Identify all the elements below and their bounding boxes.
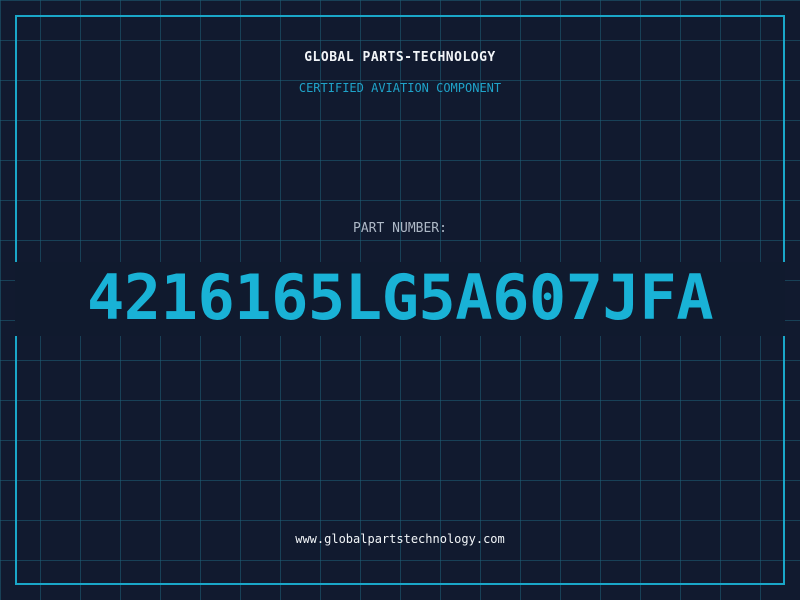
- part-label-card: GLOBAL PARTS-TECHNOLOGY CERTIFIED AVIATI…: [0, 0, 800, 600]
- website-url: www.globalpartstechnology.com: [295, 532, 505, 546]
- part-number-value: 4216165LG5A607JFA: [86, 261, 714, 334]
- company-name: GLOBAL PARTS-TECHNOLOGY: [304, 50, 496, 65]
- certification-tagline: CERTIFIED AVIATION COMPONENT: [298, 81, 502, 95]
- part-number-label: PART NUMBER:: [353, 221, 447, 236]
